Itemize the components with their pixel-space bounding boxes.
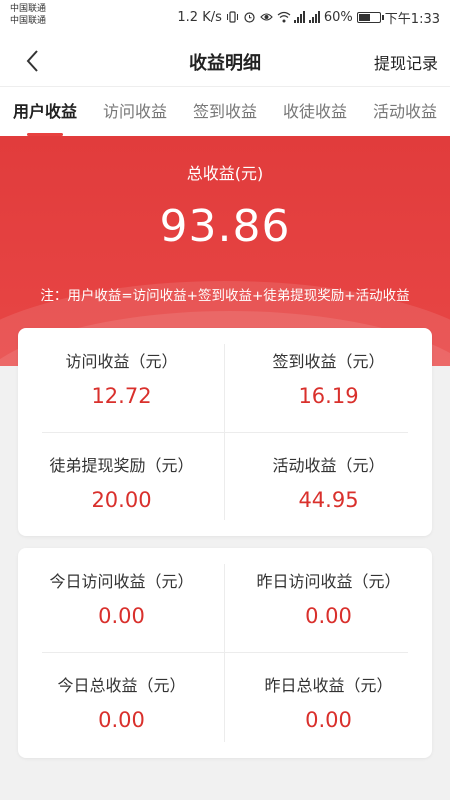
cell-value: 20.00 xyxy=(91,488,152,512)
cell-label: 昨日访问收益（元） xyxy=(256,572,401,591)
eye-icon xyxy=(260,11,273,23)
cell-label: 签到收益（元） xyxy=(272,352,385,371)
earnings-breakdown-card: 访问收益（元） 12.72 签到收益（元） 16.19 徒弟提现奖励（元） 20… xyxy=(18,328,432,536)
status-bar: 中国联通 中国联通 1.2 K/s 60% 下午1:33 xyxy=(0,0,450,36)
activity-earnings-cell: 活动收益（元） 44.95 xyxy=(225,432,432,536)
battery-fill xyxy=(358,13,371,21)
battery-icon xyxy=(356,11,384,23)
nav-bar: 收益明细 提现记录 xyxy=(0,36,450,86)
horizontal-divider xyxy=(42,432,408,433)
network-speed: 1.2 K/s xyxy=(177,9,222,25)
apprentice-reward-cell: 徒弟提现奖励（元） 20.00 xyxy=(18,432,225,536)
tab-visit-earnings[interactable]: 访问收益 xyxy=(90,87,180,136)
today-total-earnings-cell: 今日总收益（元） 0.00 xyxy=(18,652,225,756)
signal-4g-icon xyxy=(293,11,305,23)
clock: 下午1:33 xyxy=(384,11,440,27)
cell-value: 0.00 xyxy=(98,708,145,732)
tab-checkin-earnings[interactable]: 签到收益 xyxy=(180,87,270,136)
yesterday-visit-earnings-cell: 昨日访问收益（元） 0.00 xyxy=(225,548,432,652)
earnings-formula-note: 注：用户收益=访问收益+签到收益+徒弟提现奖励+活动收益 xyxy=(40,288,410,304)
cell-label: 访问收益（元） xyxy=(65,352,178,371)
checkin-earnings-cell: 签到收益（元） 16.19 xyxy=(225,328,432,432)
cell-label: 昨日总收益（元） xyxy=(264,676,393,695)
carrier-2: 中国联通 xyxy=(10,16,47,26)
alarm-icon xyxy=(243,11,256,23)
horizontal-divider xyxy=(42,652,408,653)
total-earnings-label: 总收益(元) xyxy=(186,164,264,183)
signal-3g-icon xyxy=(308,11,320,23)
carrier-info: 中国联通 中国联通 xyxy=(10,3,46,27)
tab-apprentice-earnings[interactable]: 收徒收益 xyxy=(270,87,360,136)
cell-value: 0.00 xyxy=(305,708,352,732)
vibrate-icon xyxy=(226,11,239,23)
tab-activity-earnings[interactable]: 活动收益 xyxy=(360,87,450,136)
tab-user-earnings[interactable]: 用户收益 xyxy=(0,87,90,136)
status-indicators: 1.2 K/s 60% 下午1:33 xyxy=(177,7,440,27)
cell-value: 12.72 xyxy=(91,384,152,408)
cell-label: 徒弟提现奖励（元） xyxy=(49,456,194,475)
withdraw-history-link[interactable]: 提现记录 xyxy=(374,50,438,74)
cell-value: 0.00 xyxy=(98,604,145,628)
carrier-1: 中国联通 xyxy=(10,4,47,14)
cell-label: 今日访问收益（元） xyxy=(49,572,194,591)
wifi-icon xyxy=(277,11,291,23)
cell-value: 16.19 xyxy=(298,384,359,408)
daily-earnings-card: 今日访问收益（元） 0.00 昨日访问收益（元） 0.00 今日总收益（元） 0… xyxy=(18,548,432,758)
total-earnings-amount: 93.86 xyxy=(159,201,291,252)
yesterday-total-earnings-cell: 昨日总收益（元） 0.00 xyxy=(225,652,432,756)
today-visit-earnings-cell: 今日访问收益（元） 0.00 xyxy=(18,548,225,652)
visit-earnings-cell: 访问收益（元） 12.72 xyxy=(18,328,225,432)
cell-label: 今日总收益（元） xyxy=(57,676,186,695)
tab-bar: 用户收益 访问收益 签到收益 收徒收益 活动收益 xyxy=(0,86,450,136)
cell-label: 活动收益（元） xyxy=(272,456,385,475)
cell-value: 0.00 xyxy=(305,604,352,628)
vertical-divider xyxy=(224,564,225,742)
battery-percent: 60% xyxy=(323,9,353,25)
cell-value: 44.95 xyxy=(298,488,359,512)
